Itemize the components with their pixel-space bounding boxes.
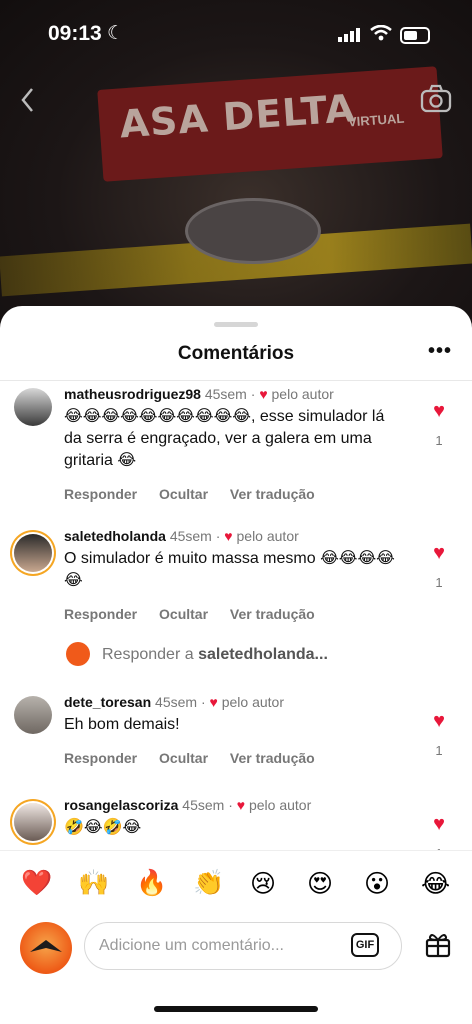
translate-button[interactable]: Ver tradução xyxy=(230,606,315,622)
comment-username[interactable]: dete_toresan xyxy=(64,694,151,710)
avatar[interactable] xyxy=(14,388,52,426)
author-liked-label: pelo autor xyxy=(236,528,299,544)
current-user-avatar xyxy=(20,922,72,974)
asa-delta-sign: ASA DELTA VIRTUAL xyxy=(97,66,443,182)
comment-age: 45sem xyxy=(169,528,212,544)
fire-emoji-icon[interactable]: 🔥 xyxy=(136,869,167,898)
author-heart-icon: ♥ xyxy=(224,528,233,544)
comment-text: Eh bom demais! xyxy=(64,716,180,733)
simulator-machine xyxy=(185,198,321,264)
laughing-emoji-icon[interactable]: 😂 xyxy=(421,869,450,899)
author-liked-label: pelo autor xyxy=(271,386,334,402)
reply-avatar xyxy=(66,642,90,666)
heart-eyes-emoji-icon[interactable]: 😍 xyxy=(307,869,333,899)
like-heart-icon[interactable]: ♥ xyxy=(424,400,454,423)
home-indicator xyxy=(154,1006,318,1012)
reply-button[interactable]: Responder xyxy=(64,606,137,622)
comment-username[interactable]: saletedholanda xyxy=(64,528,166,544)
like-heart-icon[interactable]: ♥ xyxy=(424,813,454,836)
header-divider xyxy=(0,380,472,381)
crying-emoji-icon[interactable]: 😢 xyxy=(250,869,276,899)
like-heart-icon[interactable]: ♥ xyxy=(424,542,454,565)
camera-icon[interactable] xyxy=(420,84,452,114)
sheet-title: Comentários xyxy=(177,343,295,364)
comment-composer: Adicione um comentário... GIF xyxy=(0,914,472,1024)
drag-handle[interactable] xyxy=(214,322,258,327)
author-heart-icon: ♥ xyxy=(209,694,218,710)
like-control: ♥ 1 xyxy=(424,400,454,448)
hide-button[interactable]: Ocultar xyxy=(159,750,208,766)
gift-icon[interactable] xyxy=(424,930,452,958)
status-bar: 09:13 ☾ xyxy=(0,0,472,70)
hide-button[interactable]: Ocultar xyxy=(159,606,208,622)
author-heart-icon: ♥ xyxy=(236,797,246,813)
like-control: ♥ 1 xyxy=(424,710,454,758)
avatar[interactable] xyxy=(14,803,52,841)
like-heart-icon[interactable]: ♥ xyxy=(424,710,454,733)
reply-button[interactable]: Responder xyxy=(64,750,137,766)
sign-text: ASA DELTA xyxy=(118,86,357,147)
comment-actions: Responder Ocultar Ver tradução xyxy=(64,606,404,622)
quick-reaction-bar: ❤️ 🙌 🔥 👏 😢 😍 😮 😂 xyxy=(0,850,472,923)
translate-button[interactable]: Ver tradução xyxy=(230,486,315,502)
heart-emoji-icon[interactable]: ❤️ xyxy=(21,869,52,898)
comment-input-placeholder: Adicione um comentário... xyxy=(99,937,284,954)
status-time: 09:13 xyxy=(48,22,102,45)
battery-icon xyxy=(400,27,430,44)
more-options-icon[interactable]: ••• xyxy=(428,340,452,363)
reply-button[interactable]: Responder xyxy=(64,486,137,502)
comment-input[interactable]: Adicione um comentário... GIF xyxy=(84,922,402,970)
surprised-emoji-icon[interactable]: 😮 xyxy=(364,869,390,899)
comment-actions: Responder Ocultar Ver tradução xyxy=(64,750,404,766)
comment-age: 45sem xyxy=(204,386,247,402)
cellular-signal-icon xyxy=(338,28,360,42)
comment-meta: rosangelascoriza 45sem · ♥ pelo autor xyxy=(64,797,312,813)
comment-text: O simulador é muito massa mesmo 😂😂😂😂😂 xyxy=(64,550,395,589)
avatar[interactable] xyxy=(14,696,52,734)
comment-text: 😂😂😂😂😂😂😂😂😂😂, esse simulador lá da serra é… xyxy=(64,408,385,469)
raised-hands-emoji-icon[interactable]: 🙌 xyxy=(78,869,109,898)
view-replies-link[interactable]: Responder a saletedholanda... xyxy=(102,646,328,664)
like-count: 1 xyxy=(435,575,443,590)
reply-prefix: Responder a xyxy=(102,646,194,663)
comment-text: 🤣😂🤣😂 xyxy=(64,819,142,836)
comment-actions: Responder Ocultar Ver tradução xyxy=(64,486,404,502)
comment-age: 45sem xyxy=(182,797,225,813)
like-count: 1 xyxy=(435,433,443,448)
avatar[interactable] xyxy=(14,534,52,572)
like-count: 1 xyxy=(435,743,443,758)
hang-glider-logo-icon xyxy=(30,940,62,952)
comment-meta: matheusrodriguez98 45sem · ♥ pelo autor xyxy=(64,386,334,402)
sign-subtext: VIRTUAL xyxy=(347,110,405,130)
translate-button[interactable]: Ver tradução xyxy=(230,750,315,766)
comment-username[interactable]: matheusrodriguez98 xyxy=(64,386,201,402)
author-heart-icon: ♥ xyxy=(259,386,268,402)
comment-meta: saletedholanda 45sem · ♥ pelo autor xyxy=(64,528,299,544)
wifi-icon xyxy=(370,25,392,41)
moon-icon: ☾ xyxy=(107,23,125,44)
clapping-emoji-icon[interactable]: 👏 xyxy=(193,869,224,898)
comment-age: 45sem xyxy=(155,694,198,710)
author-liked-label: pelo autor xyxy=(248,797,312,813)
gif-button[interactable]: GIF xyxy=(351,933,379,957)
hide-button[interactable]: Ocultar xyxy=(159,486,208,502)
like-control: ♥ 1 xyxy=(424,542,454,590)
reply-user: saletedholanda... xyxy=(198,646,328,663)
comment-meta: dete_toresan 45sem · ♥ pelo autor xyxy=(64,694,285,710)
comment-username[interactable]: rosangelascoriza xyxy=(64,797,178,813)
back-chevron-icon[interactable] xyxy=(18,86,38,114)
author-liked-label: pelo autor xyxy=(221,694,285,710)
